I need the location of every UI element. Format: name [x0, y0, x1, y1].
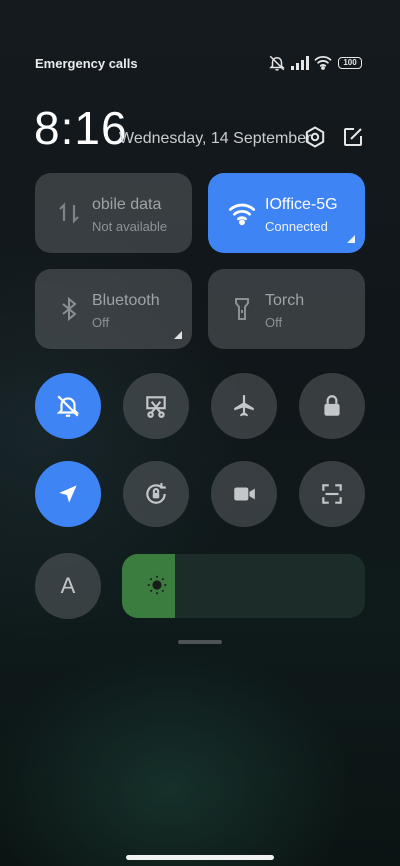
- bell-off-icon: [56, 395, 80, 417]
- battery-icon: 100: [338, 57, 362, 69]
- gear-icon[interactable]: [303, 125, 327, 149]
- wifi-network-name: IOffice-5G: [265, 196, 338, 213]
- home-indicator[interactable]: [126, 855, 274, 860]
- scan-icon: [322, 484, 342, 504]
- mobile-data-title: obile data: [92, 196, 162, 213]
- location-icon: [59, 485, 77, 503]
- rotation-lock-icon: [146, 483, 166, 504]
- sun-icon: [147, 575, 167, 595]
- auto-brightness-toggle[interactable]: A: [35, 553, 101, 619]
- screen-record-toggle[interactable]: [211, 461, 277, 527]
- screenshot-toggle[interactable]: [123, 373, 189, 439]
- expand-corner-icon[interactable]: [347, 235, 355, 243]
- video-camera-icon: [234, 487, 255, 501]
- bluetooth-status: Off: [92, 315, 110, 330]
- clock-time: 8:16: [34, 102, 128, 154]
- torch-status: Off: [265, 315, 283, 330]
- wifi-status: Connected: [265, 219, 328, 234]
- signal-icon: [291, 56, 309, 70]
- status-icons: 100: [268, 54, 368, 74]
- airplane-toggle[interactable]: [211, 373, 277, 439]
- mobile-data-status: Not available: [92, 219, 168, 234]
- wifi-icon: [314, 55, 332, 70]
- date-label: Wednesday, 14 September: [119, 130, 312, 147]
- torch-tile[interactable]: Torch Off: [208, 269, 365, 349]
- rotation-lock-toggle[interactable]: [123, 461, 189, 527]
- status-carrier-text: Emergency calls o: [35, 56, 139, 71]
- location-toggle[interactable]: [35, 461, 101, 527]
- airplane-icon: [234, 395, 254, 417]
- expand-corner-icon[interactable]: [174, 331, 182, 339]
- mute-alert-icon: [269, 55, 285, 71]
- mobile-data-tile[interactable]: obile data Not available: [35, 173, 192, 253]
- wifi-icon: [228, 203, 256, 226]
- drag-handle[interactable]: [178, 640, 222, 644]
- bluetooth-icon: [62, 296, 77, 322]
- torch-title: Torch: [265, 292, 305, 309]
- mobile-data-icon: [59, 202, 79, 224]
- torch-icon: [235, 298, 249, 320]
- silent-toggle[interactable]: [35, 373, 101, 439]
- wifi-tile[interactable]: IOffice-5G Connected: [208, 173, 365, 253]
- lock-toggle[interactable]: [299, 373, 365, 439]
- scanner-toggle[interactable]: [299, 461, 365, 527]
- bluetooth-title: Bluetooth: [92, 292, 160, 309]
- lock-icon: [324, 395, 340, 416]
- screenshot-icon: [146, 396, 166, 418]
- bluetooth-tile[interactable]: Bluetooth Off: [35, 269, 192, 349]
- brightness-slider[interactable]: [122, 554, 365, 618]
- auto-brightness-label: A: [60, 573, 76, 598]
- edit-icon[interactable]: [341, 125, 365, 149]
